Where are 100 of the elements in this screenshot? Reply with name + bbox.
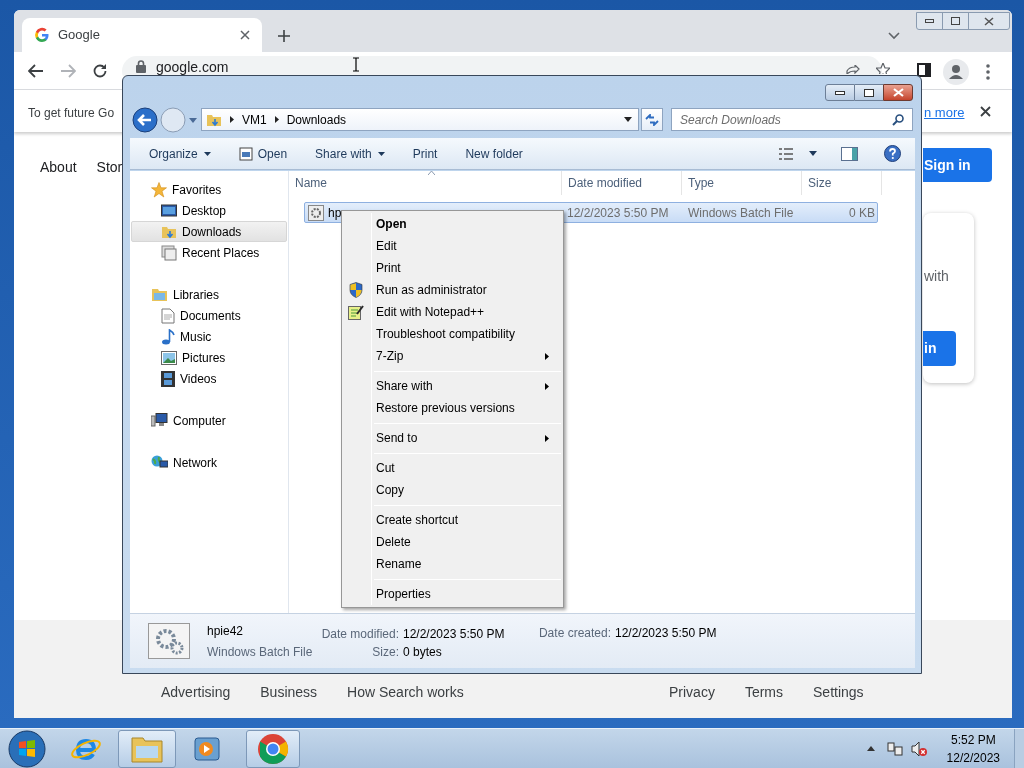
dropdown-arrow-icon[interactable] — [809, 151, 817, 156]
menu-icon[interactable] — [986, 64, 990, 80]
menu-item[interactable]: Cut — [342, 457, 563, 479]
computer-icon — [151, 413, 168, 428]
table-cell-text: Windows Batch File — [687, 204, 795, 222]
file-icon — [238, 146, 253, 161]
star-icon[interactable] — [876, 63, 890, 74]
nav-item[interactable]: Videos — [131, 368, 287, 389]
refresh-icon — [645, 113, 659, 126]
reload-icon[interactable] — [92, 63, 108, 79]
nav-item[interactable]: Documents — [131, 305, 287, 326]
toolbar-button[interactable]: Share with — [304, 141, 396, 166]
minimize-button[interactable] — [825, 84, 855, 101]
field-label: Date modified: — [320, 625, 399, 640]
column-header[interactable]: Name — [289, 171, 562, 195]
refresh-button[interactable] — [641, 108, 663, 131]
menu-item[interactable]: 7-Zip — [342, 345, 563, 367]
taskbar-app[interactable] — [246, 729, 300, 768]
view-options-icon[interactable] — [779, 147, 793, 160]
close-button[interactable] — [883, 84, 913, 101]
column-header[interactable]: Date modified — [562, 171, 682, 195]
search-field[interactable]: Search Downloads — [671, 108, 913, 131]
toolbar-button[interactable]: Organize — [138, 141, 222, 166]
clock[interactable]: 5:52 PM 12/2/2023 — [946, 730, 1000, 767]
submenu-arrow-icon — [545, 434, 549, 442]
library-icon — [151, 287, 168, 302]
close-icon[interactable] — [980, 106, 991, 117]
address-bar[interactable]: VM1 Downloads — [201, 108, 639, 131]
menu-item[interactable]: Send to — [342, 427, 563, 449]
sign-in-button[interactable]: Sign in — [923, 148, 992, 182]
footer-link[interactable]: Terms — [744, 682, 784, 703]
chevron-down-icon[interactable] — [888, 32, 900, 40]
nav-item[interactable]: Recent Places — [131, 242, 287, 263]
footer-link[interactable]: Settings — [813, 682, 864, 703]
chrome-icon — [257, 732, 289, 765]
submenu-arrow-icon — [545, 352, 549, 360]
toolbar-button[interactable]: New folder — [454, 141, 534, 166]
menu-item[interactable]: Restore previous versions — [342, 397, 563, 419]
lock-icon — [136, 60, 146, 73]
media-player-icon — [193, 734, 221, 763]
breadcrumb-item[interactable]: Downloads — [286, 110, 347, 129]
breadcrumb-item[interactable]: VM1 — [242, 110, 267, 129]
learn-more-link[interactable]: n more — [924, 103, 965, 123]
menu-item[interactable]: Create shortcut — [342, 509, 563, 531]
show-hidden-icons-icon[interactable] — [866, 746, 875, 751]
browser-tab[interactable]: Google — [22, 18, 262, 52]
caret-icon — [377, 151, 385, 156]
menu-item[interactable]: Rename — [342, 553, 563, 575]
side-panel-icon[interactable] — [917, 63, 931, 77]
menu-item[interactable]: Properties — [342, 583, 563, 605]
footer-link[interactable]: Business — [260, 682, 318, 703]
nav-item[interactable]: Desktop — [131, 200, 287, 221]
column-header[interactable]: Type — [682, 171, 802, 195]
nav-item[interactable]: Libraries — [131, 284, 287, 305]
menu-item[interactable]: Edit — [342, 235, 563, 257]
gear-icon — [308, 204, 324, 221]
volume-muted-icon[interactable] — [910, 740, 927, 757]
nav-item[interactable]: Network — [131, 452, 287, 473]
field-value: 12/2/2023 5:50 PM — [403, 625, 505, 640]
menu-item[interactable]: Delete — [342, 531, 563, 553]
nav-link[interactable]: About — [40, 157, 77, 178]
new-tab-icon[interactable] — [277, 29, 291, 43]
footer-link[interactable]: How Search works — [347, 682, 464, 703]
profile-icon[interactable] — [943, 59, 969, 85]
menu-item[interactable]: Run as administrator — [342, 279, 563, 301]
sign-in-button[interactable]: in — [923, 331, 956, 366]
network-icon[interactable] — [886, 740, 903, 757]
field-value: 12/2/2023 5:50 PM — [615, 625, 717, 639]
menu-item[interactable]: Share with — [342, 375, 563, 397]
clock-date: 12/2/2023 — [946, 749, 1000, 767]
card-text: with — [924, 267, 949, 286]
nav-link[interactable]: Stor — [96, 157, 123, 178]
close-icon[interactable] — [240, 30, 250, 40]
nav-item[interactable]: Music — [131, 326, 287, 347]
dropdown-arrow-icon[interactable] — [624, 117, 632, 122]
menu-item[interactable]: Copy — [342, 479, 563, 501]
preview-pane-icon[interactable] — [841, 146, 858, 161]
nav-item[interactable]: Favorites — [131, 179, 287, 200]
table-cell-text: 0 KB — [848, 204, 875, 222]
submenu-arrow-icon — [545, 382, 549, 390]
start-button[interactable] — [8, 729, 46, 768]
toolbar-button[interactable]: Print — [401, 141, 449, 166]
share-icon[interactable] — [846, 65, 860, 74]
maximize-button[interactable] — [855, 84, 883, 101]
column-header[interactable]: Size — [802, 171, 882, 195]
back-icon[interactable] — [28, 64, 44, 78]
menu-item[interactable]: Print — [342, 257, 563, 279]
footer-link[interactable]: Advertising — [161, 682, 231, 703]
menu-item[interactable]: Troubleshoot compatibility — [342, 323, 563, 345]
file-name: hp — [328, 204, 342, 222]
search-placeholder: Search Downloads — [680, 111, 782, 129]
footer-link[interactable]: Privacy — [669, 682, 715, 703]
help-icon[interactable] — [884, 145, 901, 162]
film-icon — [161, 370, 175, 387]
nav-item[interactable]: Downloads — [131, 221, 287, 242]
toolbar-button[interactable]: Open — [227, 141, 299, 166]
nav-item[interactable]: Pictures — [131, 347, 287, 368]
back-button[interactable] — [132, 107, 158, 133]
menu-item[interactable]: Edit with Notepad++ — [342, 301, 563, 323]
nav-item[interactable]: Computer — [131, 410, 287, 431]
